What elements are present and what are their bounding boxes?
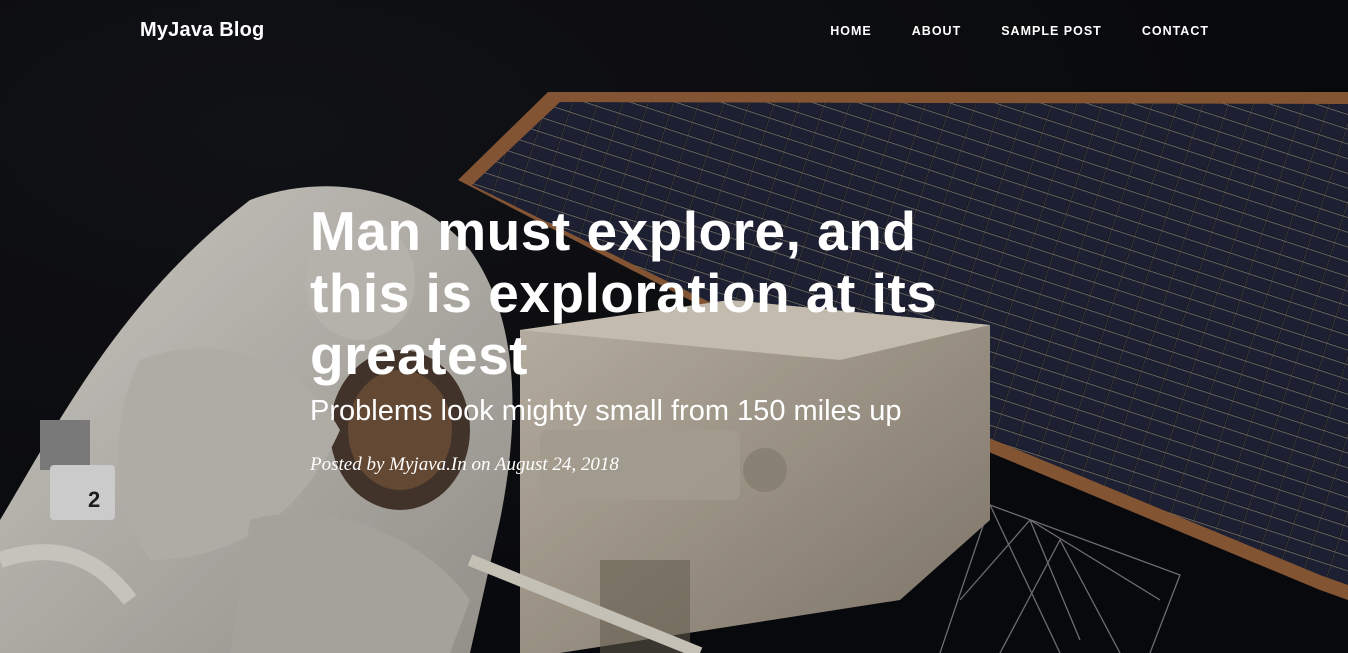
post-title: Man must explore, and this is exploratio… bbox=[310, 200, 938, 386]
post-date: August 24, 2018 bbox=[494, 454, 619, 475]
nav-contact-link[interactable]: CONTACT bbox=[1142, 24, 1209, 38]
meta-prefix: Posted by bbox=[310, 454, 385, 475]
author-link[interactable]: Myjava.In bbox=[389, 454, 467, 475]
nav-home-link[interactable]: HOME bbox=[830, 24, 872, 38]
nav-sample-post-link[interactable]: SAMPLE POST bbox=[1001, 24, 1102, 38]
meta-on: on bbox=[471, 454, 491, 475]
top-navbar: MyJava Blog HOME ABOUT SAMPLE POST CONTA… bbox=[0, 0, 1348, 64]
post-heading: Man must explore, and this is exploratio… bbox=[310, 200, 1030, 476]
nav-links: HOME ABOUT SAMPLE POST CONTACT bbox=[830, 24, 1209, 38]
post-meta: Posted by Myjava.In on August 24, 2018 bbox=[310, 454, 1030, 476]
nav-about-link[interactable]: ABOUT bbox=[912, 24, 961, 38]
post-subtitle: Problems look mighty small from 150 mile… bbox=[310, 395, 902, 427]
brand-link[interactable]: MyJava Blog bbox=[140, 19, 264, 42]
